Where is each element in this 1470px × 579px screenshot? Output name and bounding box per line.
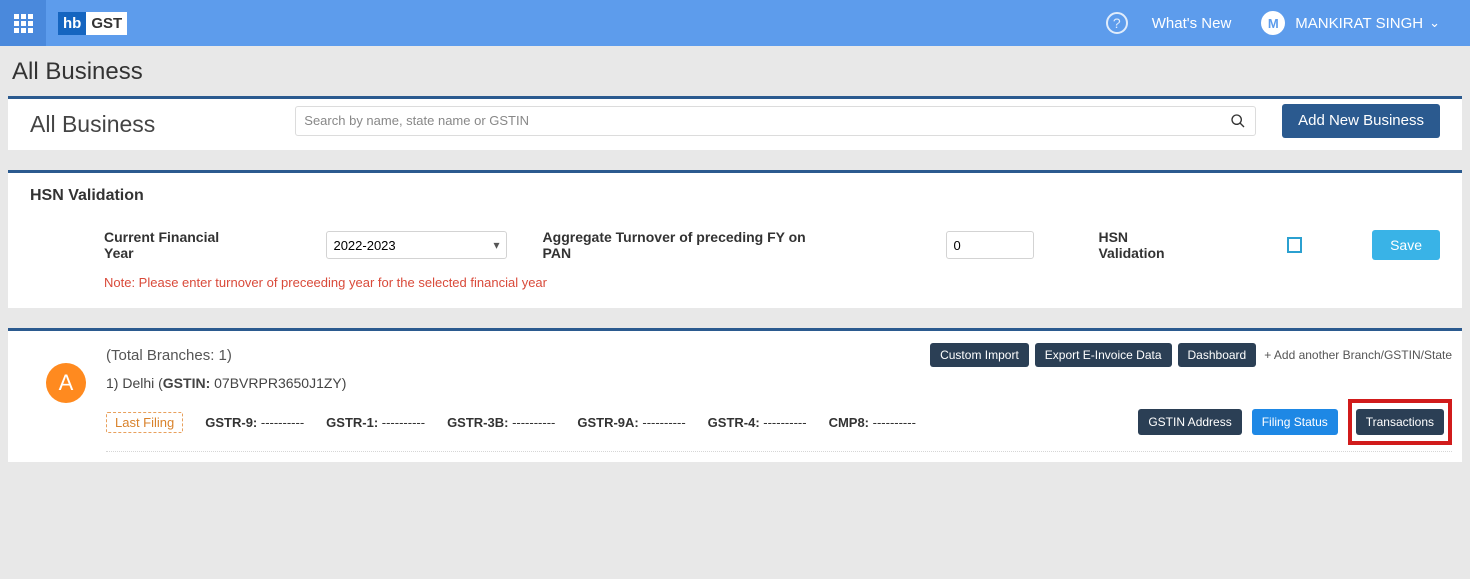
export-einvoice-button[interactable]: Export E-Invoice Data (1035, 343, 1172, 367)
user-avatar[interactable]: M (1261, 11, 1285, 35)
financial-year-select[interactable]: 2022-2023 ▾ (326, 231, 506, 259)
branch-line: 1) Delhi (GSTIN: 07BVRPR3650J1ZY) (106, 375, 1452, 391)
custom-import-button[interactable]: Custom Import (930, 343, 1029, 367)
gstin-address-button[interactable]: GSTIN Address (1138, 409, 1241, 435)
app-logo[interactable]: hb GST (58, 9, 127, 37)
whats-new-link[interactable]: What's New (1152, 15, 1232, 32)
top-bar: hb GST ? What's New M MANKIRAT SINGH ⌄ (0, 0, 1470, 46)
business-avatar: A (46, 363, 86, 403)
filing-cmp8: CMP8: ---------- (829, 415, 916, 430)
search-input[interactable] (295, 106, 1256, 136)
filing-gstr1: GSTR-1: ---------- (326, 415, 425, 430)
all-business-heading: All Business (30, 103, 155, 138)
transactions-button[interactable]: Transactions (1356, 409, 1444, 435)
financial-year-value: 2022-2023 (333, 238, 395, 253)
dashboard-button[interactable]: Dashboard (1178, 343, 1257, 367)
gstin-label: GSTIN: (163, 375, 210, 391)
logo-hb: hb (58, 12, 86, 35)
business-list-card: A (Total Branches: 1) Custom Import Expo… (8, 328, 1462, 462)
chevron-down-icon: ▾ (494, 238, 500, 252)
filing-gstr4: GSTR-4: ---------- (708, 415, 807, 430)
hsn-validation-checkbox[interactable] (1287, 237, 1302, 253)
branch-prefix: 1) Delhi ( (106, 375, 163, 391)
filing-gstr3b: GSTR-3B: ---------- (447, 415, 555, 430)
financial-year-label: Current Financial Year (104, 229, 236, 261)
user-name-label: MANKIRAT SINGH (1295, 15, 1423, 32)
gstin-value: 07BVRPR3650J1ZY) (210, 375, 346, 391)
save-button[interactable]: Save (1372, 230, 1440, 260)
apps-grid-icon (14, 14, 33, 33)
filing-gstr9a: GSTR-9A: ---------- (577, 415, 685, 430)
hsn-validation-label: HSN Validation (1098, 229, 1187, 261)
turnover-label: Aggregate Turnover of preceding FY on PA… (543, 229, 807, 261)
user-menu-chevron-icon[interactable]: ⌄ (1429, 15, 1440, 31)
last-filing-badge[interactable]: Last Filing (106, 412, 183, 433)
transactions-highlight: Transactions (1348, 399, 1452, 445)
filing-status-button[interactable]: Filing Status (1252, 409, 1338, 435)
filing-row: Last Filing GSTR-9: ---------- GSTR-1: -… (106, 399, 1452, 452)
filing-gstr9: GSTR-9: ---------- (205, 415, 304, 430)
hsn-note: Note: Please enter turnover of preceedin… (30, 271, 1440, 294)
add-another-branch-link[interactable]: + Add another Branch/GSTIN/State (1264, 348, 1452, 362)
total-branches-label: (Total Branches: 1) (106, 347, 232, 364)
search-wrapper (295, 106, 1256, 136)
search-icon[interactable] (1230, 113, 1246, 133)
add-new-business-button[interactable]: Add New Business (1282, 104, 1440, 138)
help-icon[interactable]: ? (1106, 12, 1128, 34)
logo-gst: GST (86, 12, 127, 35)
all-business-card: All Business Add New Business (8, 96, 1462, 150)
apps-menu-button[interactable] (0, 0, 46, 46)
page-title: All Business (8, 50, 1462, 96)
hsn-validation-heading: HSN Validation (30, 187, 1440, 219)
turnover-input[interactable] (946, 231, 1034, 259)
hsn-validation-card: HSN Validation Current Financial Year 20… (8, 170, 1462, 308)
